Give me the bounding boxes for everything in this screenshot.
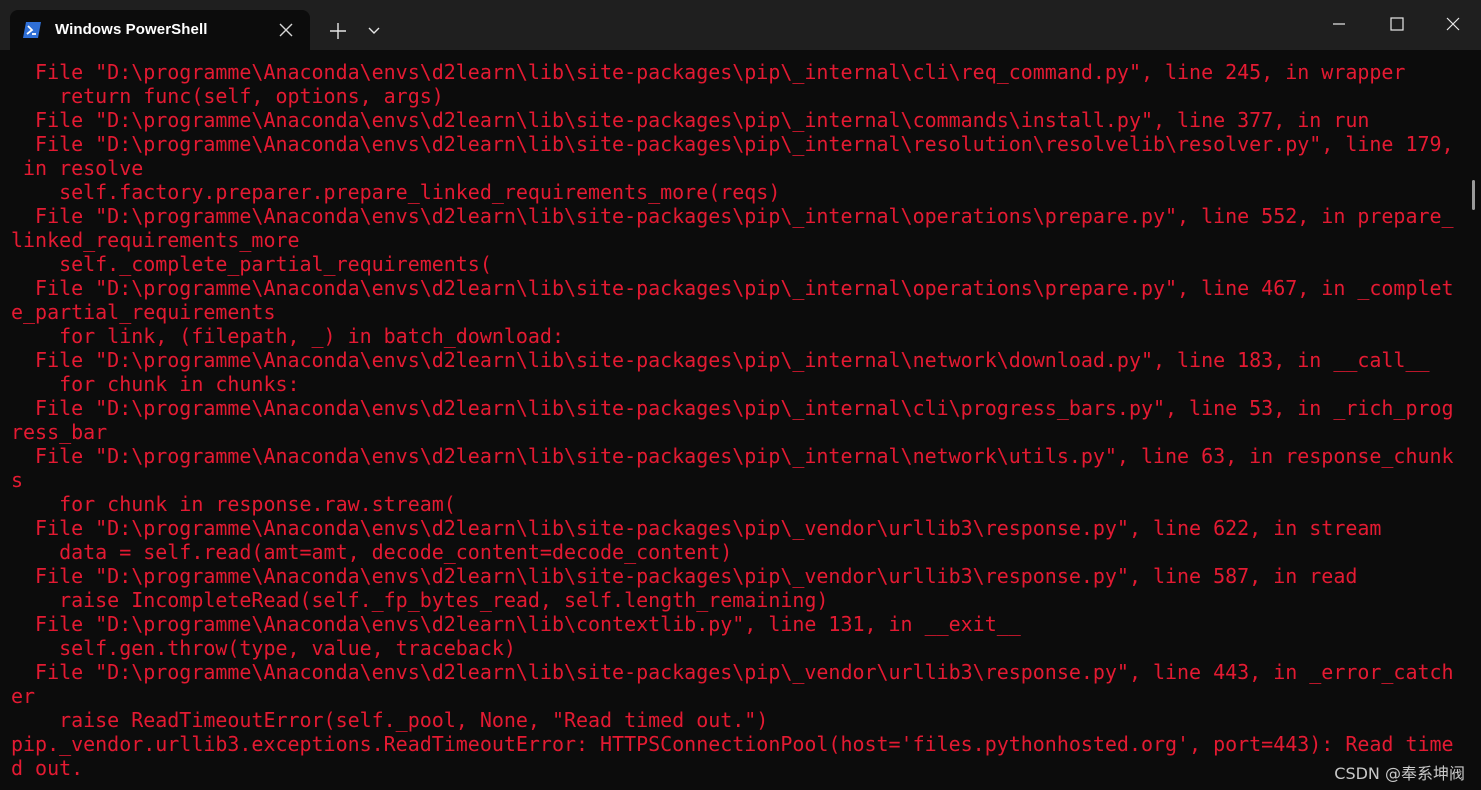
terminal-line: in resolve (11, 156, 144, 180)
terminal-line: raise IncompleteRead(self._fp_bytes_read… (11, 588, 829, 612)
new-tab-button[interactable] (324, 18, 352, 44)
title-bar: Windows PowerShell (0, 0, 1481, 50)
close-icon[interactable] (276, 20, 296, 40)
tab-title: Windows PowerShell (55, 21, 208, 38)
terminal-line: File "D:\programme\Anaconda\envs\d2learn… (11, 60, 1406, 84)
terminal-output[interactable]: File "D:\programme\Anaconda\envs\d2learn… (11, 60, 1461, 785)
terminal-line: s (11, 468, 24, 492)
terminal-line: for chunk in response.raw.stream( (11, 492, 456, 516)
terminal-line: pip._vendor.urllib3.exceptions.ReadTimeo… (11, 732, 1454, 756)
watermark: CSDN @奉系坤阀 (1334, 764, 1465, 783)
tab-dropdown-button[interactable] (362, 18, 386, 44)
close-window-button[interactable] (1430, 6, 1476, 42)
terminal-line: File "D:\programme\Anaconda\envs\d2learn… (11, 348, 1430, 372)
maximize-button[interactable] (1374, 6, 1420, 42)
powershell-icon (22, 21, 42, 39)
terminal-line: for chunk in chunks: (11, 372, 300, 396)
terminal-line: File "D:\programme\Anaconda\envs\d2learn… (11, 444, 1454, 468)
terminal-line: self.gen.throw(type, value, traceback) (11, 636, 516, 660)
terminal-line: data = self.read(amt=amt, decode_content… (11, 540, 733, 564)
terminal-line: File "D:\programme\Anaconda\envs\d2learn… (11, 660, 1454, 684)
terminal-line: er (11, 684, 36, 708)
terminal-line: File "D:\programme\Anaconda\envs\d2learn… (11, 612, 1021, 636)
terminal-line: e_partial_requirements (11, 300, 276, 324)
minimize-button[interactable] (1316, 6, 1362, 42)
terminal-line: File "D:\programme\Anaconda\envs\d2learn… (11, 276, 1454, 300)
terminal-line: for link, (filepath, _) in batch_downloa… (11, 324, 564, 348)
terminal-line: raise ReadTimeoutError(self._pool, None,… (11, 708, 769, 732)
scrollbar-thumb[interactable] (1472, 180, 1475, 210)
maximize-icon (1390, 17, 1404, 31)
terminal-line: File "D:\programme\Anaconda\envs\d2learn… (11, 396, 1454, 420)
terminal-line: self._complete_partial_requirements( (11, 252, 492, 276)
terminal-line: return func(self, options, args) (11, 84, 444, 108)
terminal-line: File "D:\programme\Anaconda\envs\d2learn… (11, 132, 1454, 156)
terminal-line: self.factory.preparer.prepare_linked_req… (11, 180, 781, 204)
close-icon (1446, 17, 1460, 31)
chevron-down-icon (368, 27, 380, 34)
plus-icon (330, 23, 346, 39)
terminal-line: File "D:\programme\Anaconda\envs\d2learn… (11, 204, 1454, 228)
terminal-line: linked_requirements_more (11, 228, 300, 252)
minimize-icon (1333, 23, 1345, 25)
tab-windows-powershell[interactable]: Windows PowerShell (10, 10, 310, 50)
terminal-line: File "D:\programme\Anaconda\envs\d2learn… (11, 516, 1382, 540)
terminal-line: ress_bar (11, 420, 108, 444)
terminal-line: File "D:\programme\Anaconda\envs\d2learn… (11, 564, 1358, 588)
terminal-line: File "D:\programme\Anaconda\envs\d2learn… (11, 108, 1370, 132)
terminal-line: d out. (11, 756, 84, 780)
